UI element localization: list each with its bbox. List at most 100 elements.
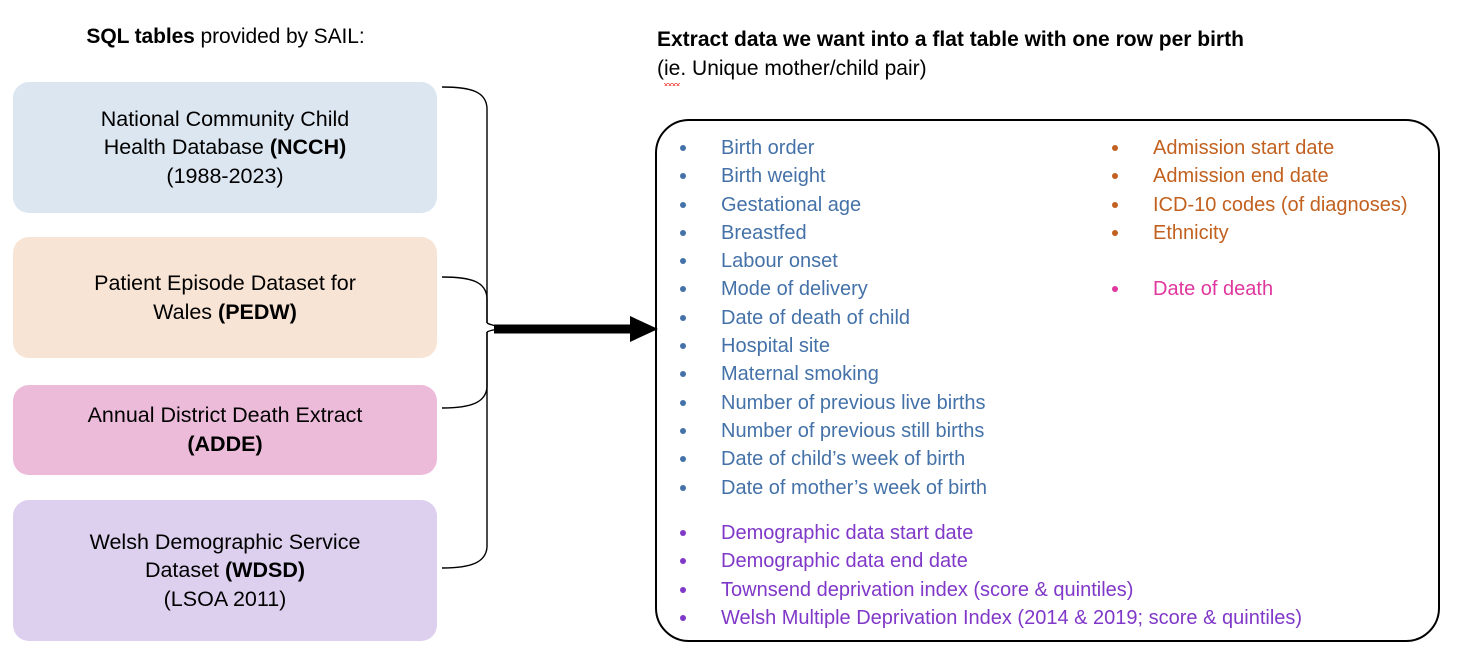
bullet-dot-icon	[1112, 229, 1118, 236]
bullet-dot-icon	[680, 484, 686, 491]
bullet-dot-icon	[680, 343, 686, 350]
right-column-heading: Extract data we want into a flat table w…	[657, 26, 1447, 86]
source-box-adde[interactable]: Annual District Death Extract (ADDE)	[13, 385, 437, 475]
list-item[interactable]: Date of mother’s week of birth	[675, 474, 987, 502]
list-item[interactable]: Welsh Multiple Deprivation Index (2014 &…	[675, 604, 1302, 632]
bullet-dot-icon	[680, 201, 686, 208]
list-item[interactable]: Demographic data end date	[675, 547, 1302, 575]
list-item[interactable]: Breastfed	[675, 219, 987, 247]
field-list-pink: Date of death	[1107, 275, 1273, 303]
list-item-label: Demographic data start date	[721, 522, 974, 544]
brace-line-pedw	[441, 276, 488, 323]
subtitle-prefix: (	[657, 56, 664, 80]
list-item-label: Number of previous still births	[721, 419, 985, 442]
bullet-dot-icon	[1112, 145, 1118, 151]
wdsd-line1: Welsh Demographic Service	[89, 529, 361, 554]
list-item[interactable]: Number of previous live births	[675, 389, 987, 417]
source-box-pedw-text: Patient Episode Dataset for Wales (PEDW)	[94, 269, 356, 326]
source-box-pedw[interactable]: Patient Episode Dataset for Wales (PEDW)	[13, 237, 437, 358]
bullet-dot-icon	[680, 258, 686, 265]
pedw-line2-plain: Wales	[153, 299, 219, 324]
list-item-label: Birth weight	[721, 165, 826, 188]
bullet-dot-icon	[680, 314, 686, 321]
diagram-canvas: SQL tables provided by SAIL: National Co…	[0, 0, 1460, 659]
wdsd-line3: (LSOA 2011)	[163, 586, 287, 611]
bullet-dot-icon	[680, 530, 686, 536]
source-box-ncch[interactable]: National Community Child Health Database…	[13, 82, 437, 213]
ncch-line2-bold: (NCCH)	[269, 135, 347, 160]
ncch-line2-plain: Health Database	[103, 135, 270, 160]
list-item[interactable]: Hospital site	[675, 332, 987, 360]
source-box-wdsd[interactable]: Welsh Demographic Service Dataset (WDSD)…	[13, 500, 437, 641]
wdsd-line2-bold: (WDSD)	[225, 558, 306, 583]
list-item-label: Maternal smoking	[721, 363, 879, 386]
list-item-label: Date of child’s week of birth	[721, 448, 966, 471]
list-item-label: Townsend deprivation index (score & quin…	[721, 578, 1134, 601]
bullet-dot-icon	[680, 229, 686, 236]
list-item[interactable]: Date of death of child	[675, 304, 987, 332]
list-item-label: Admission end date	[1153, 165, 1329, 188]
source-box-wdsd-text: Welsh Demographic Service Dataset (WDSD)…	[90, 528, 361, 614]
bullet-dot-icon	[1112, 286, 1118, 292]
connector-arrow-group	[441, 86, 658, 569]
list-item[interactable]: Demographic data start date	[675, 519, 1302, 547]
bullet-dot-icon	[680, 558, 686, 565]
list-item-label: Number of previous live births	[721, 391, 986, 414]
list-item[interactable]: Maternal smoking	[675, 360, 987, 388]
bullet-dot-icon	[680, 145, 686, 151]
bullet-dot-icon	[680, 399, 686, 406]
list-item-label: Date of death	[1153, 278, 1274, 300]
right-heading-title: Extract data we want into a flat table w…	[657, 28, 1244, 51]
list-item-label: Welsh Multiple Deprivation Index (2014 &…	[721, 606, 1303, 629]
bullet-dot-icon	[680, 173, 686, 180]
subtitle-rest: . Unique mother/child pair)	[680, 56, 927, 80]
field-list-purple: Demographic data start date Demographic …	[675, 519, 1302, 632]
subtitle-misspelled-word: ie	[664, 55, 681, 86]
list-item[interactable]: Birth weight	[675, 162, 987, 190]
list-item[interactable]: Gestational age	[675, 191, 987, 219]
list-item[interactable]: Date of death	[1107, 275, 1273, 303]
adde-line2-bold: (ADDE)	[187, 432, 263, 456]
list-item-label: Mode of delivery	[721, 278, 868, 301]
list-item-label: Admission start date	[1153, 137, 1335, 159]
list-item-label: Gestational age	[721, 193, 862, 216]
list-item-label: Ethnicity	[1153, 221, 1229, 244]
list-item-label: Birth order	[721, 137, 815, 159]
list-item-label: Date of death of child	[721, 306, 911, 329]
ncch-line1: National Community Child	[100, 106, 350, 131]
list-item[interactable]: Ethnicity	[1107, 219, 1408, 247]
bullet-dot-icon	[680, 371, 686, 378]
brace-line-ncch	[441, 86, 488, 323]
list-item-label: Hospital site	[721, 335, 830, 358]
list-item[interactable]: Birth order	[675, 134, 987, 162]
right-heading-subtitle: (ie. Unique mother/child pair)	[657, 55, 1447, 86]
bullet-dot-icon	[680, 286, 686, 293]
left-column-heading: SQL tables provided by SAIL:	[13, 25, 438, 49]
bullet-dot-icon	[680, 614, 686, 621]
list-item-label: Demographic data end date	[721, 550, 968, 573]
list-item[interactable]: Townsend deprivation index (score & quin…	[675, 576, 1302, 604]
bullet-dot-icon	[680, 456, 686, 463]
bullet-dot-icon	[1112, 173, 1118, 180]
list-item[interactable]: ICD-10 codes (of diagnoses)	[1107, 191, 1408, 219]
list-item[interactable]: Mode of delivery	[675, 275, 987, 303]
list-item-label: Date of mother’s week of birth	[721, 476, 988, 499]
brace-line-adde	[441, 332, 488, 409]
brace-line-wdsd	[441, 332, 488, 569]
list-item[interactable]: Admission start date	[1107, 134, 1408, 162]
bullet-dot-icon	[680, 586, 686, 593]
source-box-adde-text: Annual District Death Extract (ADDE)	[88, 401, 363, 458]
list-item[interactable]: Number of previous still births	[675, 417, 987, 445]
list-item[interactable]: Labour onset	[675, 247, 987, 275]
bullet-dot-icon	[680, 427, 686, 434]
left-heading-bold: SQL tables	[86, 25, 195, 48]
list-item[interactable]: Admission end date	[1107, 162, 1408, 190]
pedw-line2-bold: (PEDW)	[218, 299, 297, 324]
pedw-line1: Patient Episode Dataset for	[94, 270, 356, 295]
source-box-ncch-text: National Community Child Health Database…	[101, 105, 350, 191]
list-item[interactable]: Date of child’s week of birth	[675, 445, 987, 473]
field-list-orange: Admission start date Admission end date …	[1107, 134, 1408, 247]
flow-arrow	[494, 316, 658, 342]
adde-line1: Annual District Death Extract	[87, 403, 363, 428]
list-item-label: Labour onset	[721, 250, 838, 273]
